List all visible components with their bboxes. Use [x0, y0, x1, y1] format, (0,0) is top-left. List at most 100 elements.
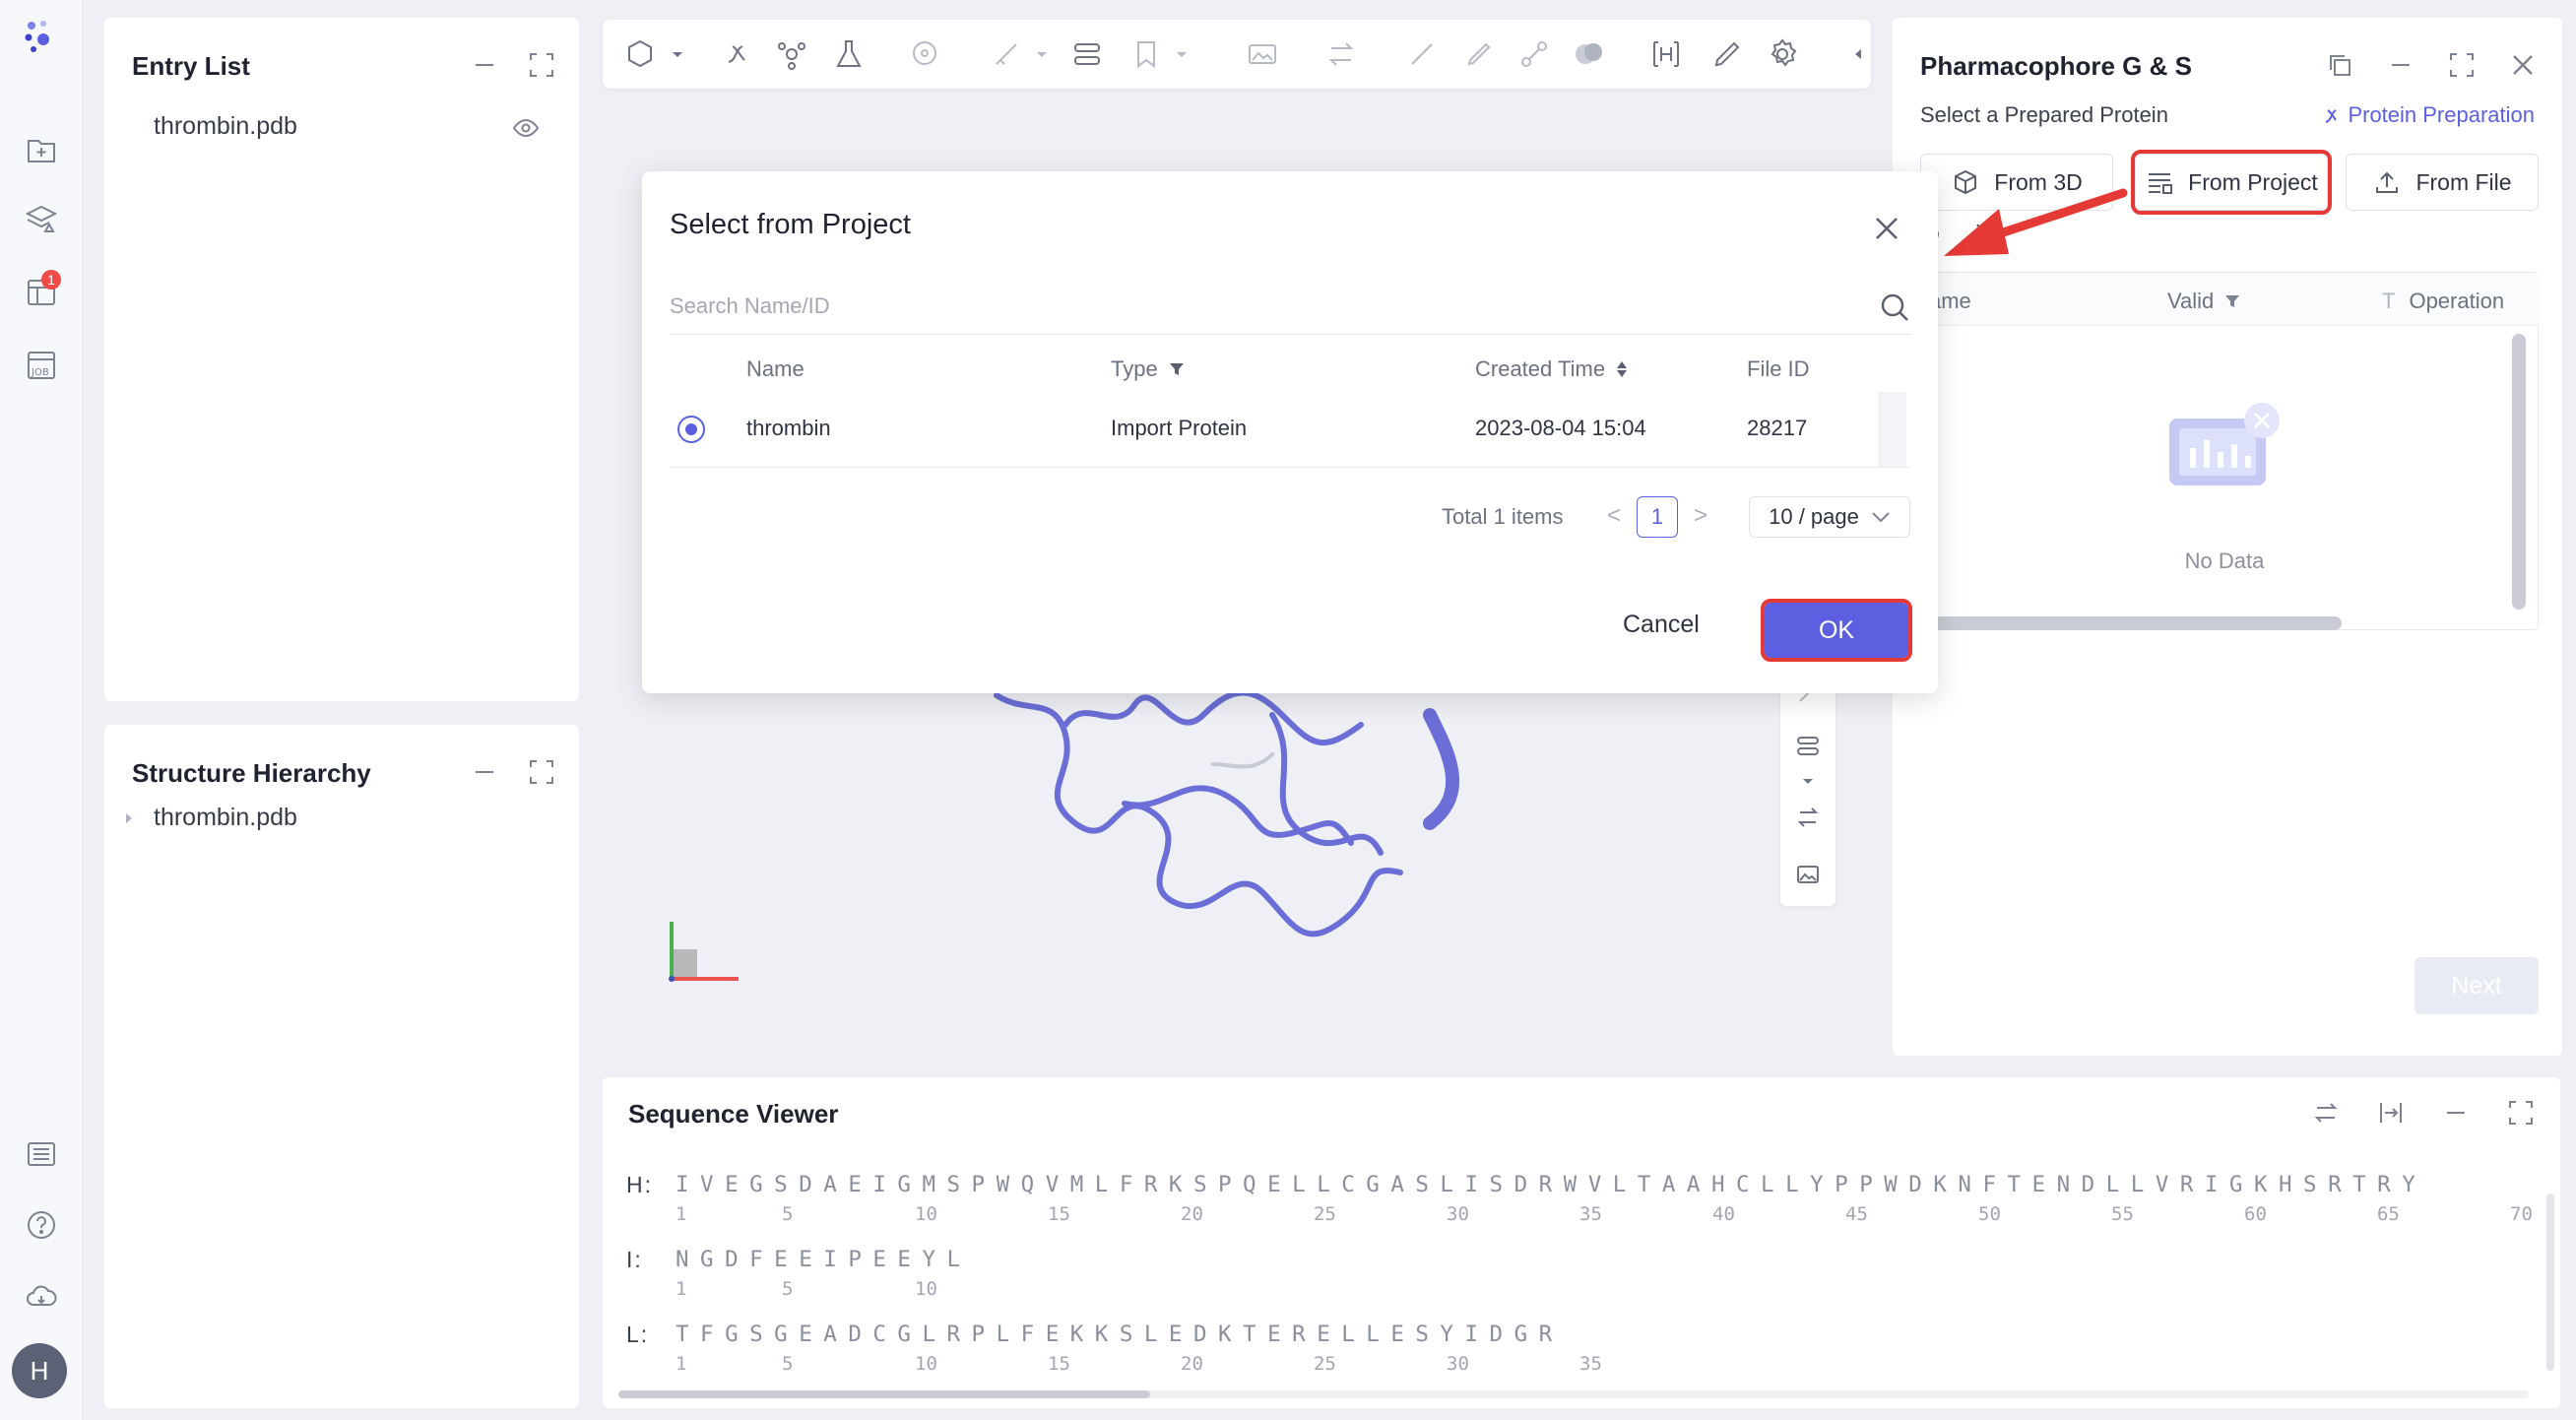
copy-icon[interactable]	[2326, 51, 2353, 79]
fullscreen-icon[interactable]	[528, 51, 555, 79]
empty-text: No Data	[2184, 549, 2265, 573]
minimize-icon[interactable]	[471, 758, 498, 786]
swap-icon[interactable]	[1323, 36, 1359, 72]
settings-sliders-icon[interactable]	[1069, 36, 1105, 72]
structure-hierarchy-panel: Structure Hierarchy thrombin.pdb	[104, 725, 579, 1408]
residue-number: 1	[676, 1353, 687, 1375]
tasks-icon[interactable]: 1	[20, 270, 63, 313]
flask-icon[interactable]	[831, 36, 867, 72]
measure-icon[interactable]	[989, 36, 1024, 72]
residue-number: 5	[782, 1203, 794, 1225]
notification-badge: 1	[41, 270, 61, 290]
image-icon[interactable]	[1794, 861, 1822, 888]
vertical-scrollbar[interactable]	[2512, 334, 2526, 610]
col-valid[interactable]: Valid	[2167, 289, 2241, 314]
hierarchy-item[interactable]: thrombin.pdb	[154, 804, 297, 832]
prev-page-icon[interactable]: <	[1607, 502, 1621, 530]
red-arrow-annotation	[1944, 188, 2128, 256]
residue-number: 25	[1314, 1353, 1336, 1375]
residue-number: 45	[1845, 1203, 1868, 1225]
search-row	[670, 280, 1910, 335]
sequence-scrollbar[interactable]	[618, 1390, 1150, 1398]
chain-sequence[interactable]: IVEGSDAEIGMSPWQVMLFRKSPQELLCGASLISDRWVLT…	[676, 1172, 2426, 1197]
caret-right-icon[interactable]	[120, 809, 138, 827]
minimize-icon[interactable]	[2442, 1099, 2470, 1127]
from-project-button[interactable]: From Project	[2131, 150, 2332, 215]
filter-icon[interactable]	[1168, 360, 1186, 378]
cloud-icon[interactable]	[20, 1274, 63, 1318]
entry-list-title: Entry List	[132, 51, 250, 81]
link-icon	[2326, 109, 2338, 123]
eye-icon[interactable]	[512, 114, 540, 142]
fullscreen-icon[interactable]	[2448, 51, 2476, 79]
protein-preparation-link[interactable]: Protein Preparation	[2322, 102, 2535, 128]
residue-number: 55	[2111, 1203, 2134, 1225]
chevron-down-icon[interactable]	[1164, 36, 1187, 72]
page-size-select[interactable]: 10 / page	[1749, 496, 1910, 538]
col-type-header[interactable]: Type	[1111, 356, 1186, 382]
residue-number: 30	[1447, 1203, 1469, 1225]
col-operation: T Operation	[2382, 289, 2505, 313]
close-icon[interactable]	[1871, 213, 1902, 244]
structure-hierarchy-title: Structure Hierarchy	[132, 758, 371, 788]
col-created-header[interactable]: Created Time	[1475, 356, 1629, 382]
settings-sliders-icon[interactable]	[1794, 733, 1822, 760]
pharmacophore-panel: Pharmacophore G & S Select a Prepared Pr…	[1893, 18, 2562, 1056]
col-name-header: Name	[746, 356, 805, 381]
chevron-down-icon[interactable]	[660, 36, 682, 72]
chevron-down-icon[interactable]	[1798, 774, 1818, 790]
chain-sequence[interactable]: TFGSGEADCGLRPLFEKKSLEDKTERELLESYIDGR	[676, 1322, 1564, 1347]
cancel-button[interactable]: Cancel	[1623, 611, 1700, 639]
search-icon[interactable]	[1879, 291, 1910, 323]
fullscreen-icon[interactable]	[2507, 1099, 2535, 1127]
list-view-icon[interactable]	[20, 1132, 63, 1176]
from-file-button[interactable]: From File	[2346, 154, 2539, 211]
caret-left-icon[interactable]	[1841, 36, 1861, 72]
sequence-vertical-scrollbar[interactable]	[2546, 1194, 2554, 1371]
minimize-icon[interactable]	[471, 51, 498, 79]
app-logo-icon[interactable]	[20, 14, 63, 57]
chain-sequence[interactable]: NGDFEEIPEEYL	[676, 1247, 972, 1272]
next-page-icon[interactable]: >	[1694, 502, 1707, 530]
swap-icon[interactable]	[2312, 1099, 2340, 1127]
row-radio-selected[interactable]	[677, 416, 705, 443]
left-rail: 1 JOB H	[0, 0, 83, 1420]
pencil-icon[interactable]	[1461, 36, 1497, 72]
target-icon[interactable]	[908, 36, 943, 72]
list-icon	[2149, 173, 2173, 194]
horizontal-scrollbar[interactable]	[1918, 616, 2342, 630]
line-icon[interactable]	[1404, 36, 1440, 72]
entry-item[interactable]: thrombin.pdb	[154, 112, 297, 141]
align-icon[interactable]	[2377, 1099, 2405, 1127]
residue-number: 20	[1181, 1203, 1203, 1225]
next-button[interactable]: Next	[2415, 957, 2539, 1014]
protein-cartoon[interactable]	[977, 685, 1509, 981]
gear-icon[interactable]	[1765, 36, 1800, 72]
current-page[interactable]: 1	[1637, 496, 1678, 538]
table-scrollbar[interactable]	[1879, 392, 1906, 467]
ligand-icon[interactable]	[719, 36, 754, 72]
bond-icon[interactable]	[1516, 36, 1552, 72]
job-icon[interactable]: JOB	[20, 343, 63, 386]
help-icon[interactable]	[20, 1203, 63, 1247]
minimize-icon[interactable]	[2387, 51, 2415, 79]
image-icon[interactable]	[1245, 36, 1280, 72]
select-mode-icon[interactable]	[622, 36, 658, 72]
layers-icon[interactable]	[20, 197, 63, 240]
new-project-icon[interactable]	[20, 128, 63, 171]
edit-icon[interactable]	[1709, 36, 1745, 72]
molecule-icon[interactable]	[774, 36, 809, 72]
bookmark-icon[interactable]	[1128, 36, 1164, 72]
surface-icon[interactable]	[1572, 36, 1607, 72]
swap-icon[interactable]	[1794, 804, 1822, 831]
ok-button[interactable]: OK	[1761, 599, 1912, 662]
fullscreen-icon[interactable]	[528, 758, 555, 786]
filter-icon[interactable]	[2223, 292, 2241, 310]
close-icon[interactable]	[2509, 51, 2537, 79]
sort-icon[interactable]	[1615, 358, 1629, 380]
chevron-down-icon[interactable]	[1024, 36, 1047, 72]
search-input[interactable]	[670, 280, 1832, 333]
user-avatar[interactable]: H	[12, 1343, 67, 1398]
residue-number: 10	[915, 1278, 937, 1300]
hydrogen-icon[interactable]	[1648, 36, 1684, 72]
